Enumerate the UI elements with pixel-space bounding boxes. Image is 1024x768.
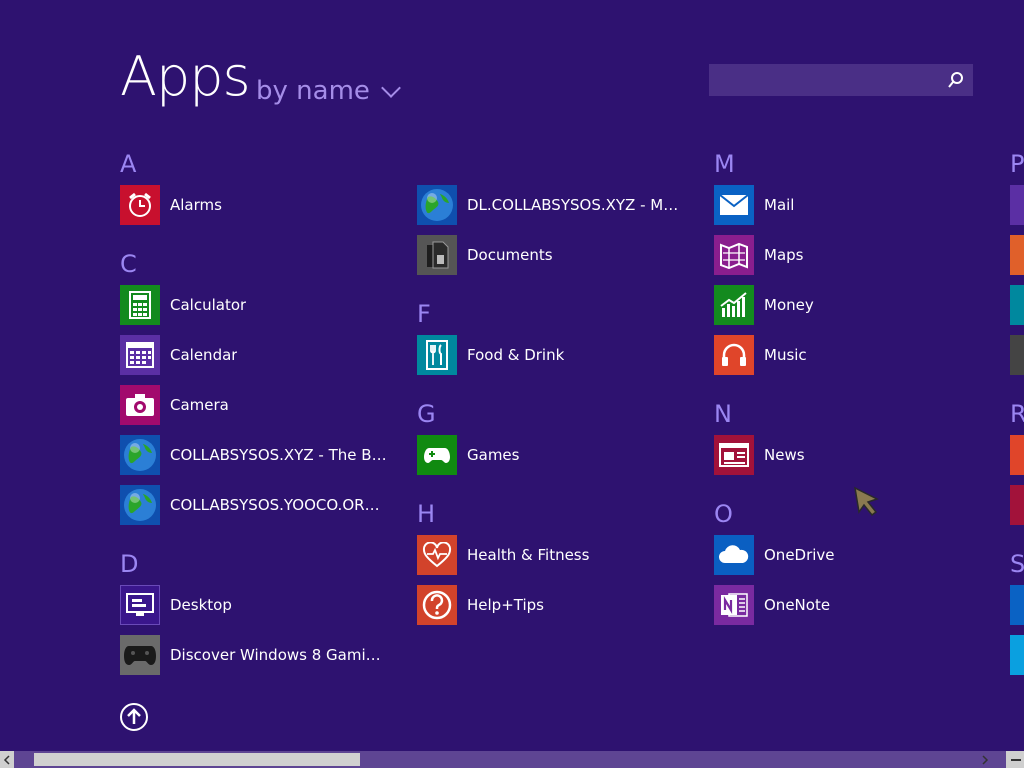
sort-label: by name xyxy=(256,76,370,106)
app-news[interactable]: News xyxy=(714,435,805,475)
group-letter-p[interactable]: P xyxy=(1010,152,1024,176)
scroll-right-icon[interactable] xyxy=(978,751,992,768)
app-label: Discover Windows 8 Gaming Edi... xyxy=(170,646,390,664)
settings-icon[interactable] xyxy=(1010,185,1024,225)
app-dl-collabsysos[interactable]: DL.COLLABSYSOS.XYZ - More C... xyxy=(417,185,687,225)
app-tile-icon[interactable] xyxy=(1010,335,1024,375)
reader-icon[interactable] xyxy=(1010,435,1024,475)
app-label: Maps xyxy=(764,246,804,264)
mail-icon xyxy=(714,185,754,225)
mouse-cursor-icon xyxy=(854,486,879,517)
app-label: Money xyxy=(764,296,814,314)
scan-icon[interactable] xyxy=(1010,585,1024,625)
app-discover-gaming[interactable]: Discover Windows 8 Gaming Edi... xyxy=(120,635,390,675)
app-label: COLLABSYSOS.XYZ - The Best S... xyxy=(170,446,390,464)
group-letter-c[interactable]: C xyxy=(120,252,137,276)
chevron-down-icon xyxy=(380,78,401,98)
cloud-icon xyxy=(714,535,754,575)
group-letter-f[interactable]: F xyxy=(417,302,431,326)
group-letter-g[interactable]: G xyxy=(417,402,436,426)
page-title: Apps xyxy=(120,45,251,108)
app-help-tips[interactable]: Help+Tips xyxy=(417,585,544,625)
calendar-icon xyxy=(120,335,160,375)
app-label: Desktop xyxy=(170,596,232,614)
reading-list-icon[interactable] xyxy=(1010,485,1024,525)
heart-pulse-icon xyxy=(417,535,457,575)
group-letter-n[interactable]: N xyxy=(714,402,732,426)
app-label: Food & Drink xyxy=(467,346,565,364)
scroll-up-icon[interactable] xyxy=(119,702,149,732)
app-food-drink[interactable]: Food & Drink xyxy=(417,335,564,375)
horizontal-scrollbar[interactable] xyxy=(0,751,1024,768)
group-letter-d[interactable]: D xyxy=(120,552,138,576)
group-letter-m[interactable]: M xyxy=(714,152,735,176)
app-label: Calculator xyxy=(170,296,247,314)
group-letter-s[interactable]: S xyxy=(1010,552,1024,576)
app-calculator[interactable]: Calculator xyxy=(120,285,246,325)
app-camera[interactable]: Camera xyxy=(120,385,229,425)
app-documents[interactable]: Documents xyxy=(417,235,553,275)
sort-by-dropdown[interactable]: by name xyxy=(256,76,401,106)
app-label: DL.COLLABSYSOS.XYZ - More C... xyxy=(467,196,687,214)
app-music[interactable]: Music xyxy=(714,335,807,375)
headphones-icon xyxy=(714,335,754,375)
skype-icon[interactable] xyxy=(1010,635,1024,675)
camera-icon xyxy=(120,385,160,425)
app-desktop[interactable]: Desktop xyxy=(120,585,232,625)
globe-icon xyxy=(120,485,160,525)
zoom-out-icon[interactable] xyxy=(1008,751,1024,768)
group-letter-r[interactable]: R xyxy=(1010,402,1024,426)
people-icon[interactable] xyxy=(1010,235,1024,275)
globe-icon xyxy=(120,435,160,475)
search-box[interactable] xyxy=(709,64,973,96)
app-label: Games xyxy=(467,446,520,464)
app-onenote[interactable]: OneNote xyxy=(714,585,830,625)
app-label: Camera xyxy=(170,396,229,414)
globe-icon xyxy=(417,185,457,225)
alarm-clock-icon xyxy=(120,185,160,225)
app-label: OneDrive xyxy=(764,546,835,564)
app-mail[interactable]: Mail xyxy=(714,185,794,225)
app-collabsysos-yooco[interactable]: COLLABSYSOS.YOOCO.ORG - O... xyxy=(120,485,390,525)
app-collabsysos-best[interactable]: COLLABSYSOS.XYZ - The Best S... xyxy=(120,435,390,475)
photos-icon[interactable] xyxy=(1010,285,1024,325)
app-label: Health & Fitness xyxy=(467,546,590,564)
app-calendar[interactable]: Calendar xyxy=(120,335,237,375)
app-onedrive[interactable]: OneDrive xyxy=(714,535,835,575)
desktop-icon xyxy=(120,585,160,625)
newspaper-icon xyxy=(714,435,754,475)
app-label: Calendar xyxy=(170,346,238,364)
app-label: Alarms xyxy=(170,196,222,214)
app-label: Help+Tips xyxy=(467,596,544,614)
fork-knife-icon xyxy=(417,335,457,375)
app-label: Documents xyxy=(467,246,553,264)
app-health-fitness[interactable]: Health & Fitness xyxy=(417,535,589,575)
app-label: OneNote xyxy=(764,596,831,614)
app-label: Music xyxy=(764,346,807,364)
map-icon xyxy=(714,235,754,275)
search-icon[interactable] xyxy=(947,71,965,89)
scrollbar-thumb[interactable] xyxy=(34,753,360,766)
group-letter-a[interactable]: A xyxy=(120,152,136,176)
group-letter-h[interactable]: H xyxy=(417,502,435,526)
gamepad-icon xyxy=(417,435,457,475)
app-maps[interactable]: Maps xyxy=(714,235,803,275)
app-label: Mail xyxy=(764,196,795,214)
app-label: News xyxy=(764,446,805,464)
app-label: COLLABSYSOS.YOOCO.ORG - O... xyxy=(170,496,390,514)
documents-icon xyxy=(417,235,457,275)
app-money[interactable]: Money xyxy=(714,285,814,325)
search-input[interactable] xyxy=(709,64,939,96)
scroll-left-icon[interactable] xyxy=(0,751,14,768)
help-icon xyxy=(417,585,457,625)
group-letter-o[interactable]: O xyxy=(714,502,733,526)
app-games[interactable]: Games xyxy=(417,435,519,475)
app-alarms[interactable]: Alarms xyxy=(120,185,222,225)
calculator-icon xyxy=(120,285,160,325)
onenote-icon xyxy=(714,585,754,625)
gamepad-icon xyxy=(120,635,160,675)
chart-icon xyxy=(714,285,754,325)
